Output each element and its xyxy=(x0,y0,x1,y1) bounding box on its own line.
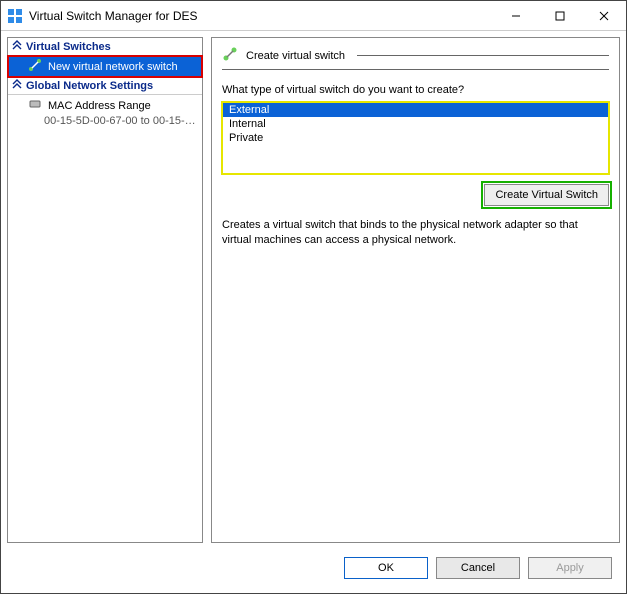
apply-button: Apply xyxy=(528,557,612,579)
panes: Virtual Switches New virtual network swi… xyxy=(7,37,620,543)
create-virtual-switch-button[interactable]: Create Virtual Switch xyxy=(484,184,609,206)
window-root: Virtual Switch Manager for DES Virtual S… xyxy=(0,0,627,594)
app-icon xyxy=(7,8,23,24)
tree-pane: Virtual Switches New virtual network swi… xyxy=(7,37,203,543)
close-button[interactable] xyxy=(582,2,626,30)
window-controls xyxy=(494,2,626,30)
content-heading: Create virtual switch xyxy=(246,50,345,62)
tree-section-label: Virtual Switches xyxy=(26,41,111,53)
heading-rule xyxy=(357,55,609,56)
cancel-button[interactable]: Cancel xyxy=(436,557,520,579)
content-pane: Create virtual switch What type of virtu… xyxy=(211,37,620,543)
minimize-button[interactable] xyxy=(494,2,538,30)
maximize-button[interactable] xyxy=(538,2,582,30)
tree-section-label: Global Network Settings xyxy=(26,80,153,92)
tree-section-virtual-switches[interactable]: Virtual Switches xyxy=(8,38,202,56)
switch-type-private[interactable]: Private xyxy=(223,131,608,145)
nic-icon xyxy=(28,97,42,114)
tree-item-label: New virtual network switch xyxy=(48,61,178,73)
tree-item-new-virtual-switch[interactable]: New virtual network switch xyxy=(8,56,202,77)
switch-type-external[interactable]: External xyxy=(223,103,608,117)
chevron-up-icon xyxy=(12,79,22,92)
tree-section-global-network[interactable]: Global Network Settings xyxy=(8,77,202,95)
create-row: Create Virtual Switch xyxy=(222,184,609,206)
dialog-footer: OK Cancel Apply xyxy=(7,549,620,587)
chevron-up-icon xyxy=(12,40,22,53)
content-heading-row: Create virtual switch xyxy=(222,46,609,69)
window-title: Virtual Switch Manager for DES xyxy=(29,9,494,23)
heading-underline xyxy=(222,69,609,70)
titlebar: Virtual Switch Manager for DES xyxy=(1,1,626,31)
switch-type-description: Creates a virtual switch that binds to t… xyxy=(222,218,609,248)
switch-icon xyxy=(222,46,238,65)
switch-type-prompt: What type of virtual switch do you want … xyxy=(222,84,609,96)
tree-item-mac-range[interactable]: MAC Address Range xyxy=(8,95,202,114)
mac-range-value: 00-15-5D-00-67-00 to 00-15-5D-0… xyxy=(8,114,202,129)
tree-item-label: MAC Address Range xyxy=(48,100,151,112)
switch-type-internal[interactable]: Internal xyxy=(223,117,608,131)
body: Virtual Switches New virtual network swi… xyxy=(1,31,626,593)
switch-icon xyxy=(28,58,42,75)
switch-type-list[interactable]: External Internal Private xyxy=(222,102,609,174)
ok-button[interactable]: OK xyxy=(344,557,428,579)
